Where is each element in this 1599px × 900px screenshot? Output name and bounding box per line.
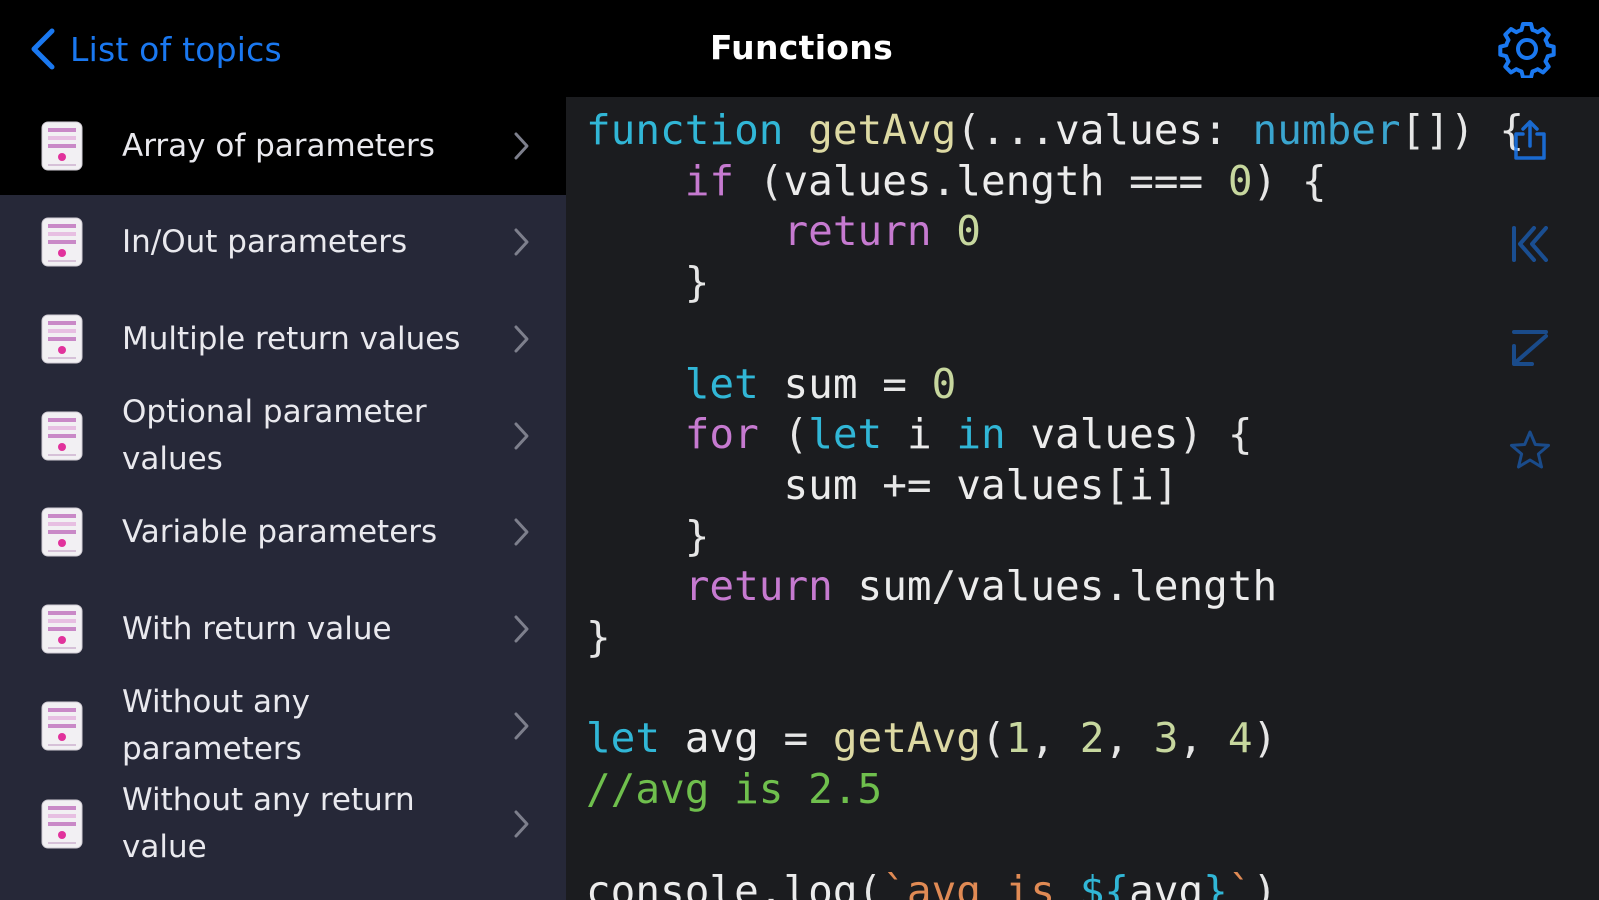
- chevron-right-icon: [514, 518, 529, 546]
- code-block: function getAvg(...values: number[]) { i…: [586, 105, 1524, 900]
- code-line: return sum/values.length: [684, 562, 1278, 611]
- code-file-icon: [41, 411, 83, 461]
- list-item[interactable]: Array of parameters: [0, 97, 566, 195]
- code-line: return 0: [783, 207, 981, 256]
- list-item-label: Without any parameters: [122, 684, 310, 767]
- first-icon[interactable]: [1508, 222, 1552, 266]
- code-viewer: function getAvg(...values: number[]) { i…: [566, 97, 1599, 900]
- list-item[interactable]: Without any parameters: [0, 677, 566, 775]
- page-title: Functions: [0, 28, 1599, 67]
- list-item[interactable]: In/Out parameters: [0, 193, 566, 291]
- code-line: console.log(`avg is ${avg}`): [586, 866, 1278, 900]
- chevron-right-icon: [514, 325, 529, 353]
- list-item[interactable]: With return value: [0, 580, 566, 678]
- code-line: if (values.length === 0) {: [684, 156, 1327, 205]
- code-file-icon: [41, 604, 83, 654]
- chevron-right-icon: [514, 810, 529, 838]
- list-item[interactable]: Optional parameter values: [0, 387, 566, 485]
- star-icon[interactable]: [1508, 428, 1552, 472]
- code-line: }: [586, 511, 710, 560]
- code-file-icon: [41, 217, 83, 267]
- code-file-icon: [41, 507, 83, 557]
- list-item[interactable]: Multiple return values: [0, 290, 566, 388]
- code-line: }: [586, 613, 611, 662]
- last-icon[interactable]: [1508, 326, 1552, 370]
- list-item[interactable]: Variable parameters: [0, 483, 566, 581]
- chevron-right-icon: [514, 712, 529, 740]
- code-line: //avg is 2.5: [586, 765, 883, 814]
- code-line: for (let i in values) {: [684, 410, 1253, 459]
- code-file-icon: [41, 799, 83, 849]
- code-line: let avg = getAvg(1, 2, 3, 4): [586, 714, 1278, 763]
- list-item-label: With return value: [122, 610, 392, 647]
- share-icon[interactable]: [1508, 118, 1552, 162]
- list-item-label: Multiple return values: [122, 320, 461, 357]
- page-title-text: Functions: [709, 28, 894, 67]
- code-line: let sum = 0: [684, 359, 957, 408]
- code-line: function getAvg(...values: number[]) {: [586, 106, 1525, 154]
- list-item[interactable]: Without any return value: [0, 775, 566, 873]
- chevron-right-icon: [514, 422, 529, 450]
- code-line: sum += values[i]: [783, 460, 1179, 509]
- list-item-label: Variable parameters: [122, 513, 438, 550]
- code-file-icon: [41, 121, 83, 171]
- list-item-label: Without any return value: [122, 782, 415, 865]
- list-item-label: In/Out parameters: [122, 223, 408, 260]
- code-line: }: [586, 258, 710, 307]
- chevron-right-icon: [514, 132, 529, 160]
- gear-icon[interactable]: [1498, 20, 1556, 78]
- code-file-icon: [41, 314, 83, 364]
- chevron-right-icon: [514, 228, 529, 256]
- code-file-icon: [41, 701, 83, 751]
- topic-list: Array of parameters In/Out parameters Mult…: [0, 97, 566, 900]
- list-item-label: Optional parameter values: [122, 394, 427, 477]
- chevron-right-icon: [514, 615, 529, 643]
- list-item-label: Array of parameters: [122, 127, 435, 164]
- nav-bar: List of topics Functions: [0, 0, 1599, 97]
